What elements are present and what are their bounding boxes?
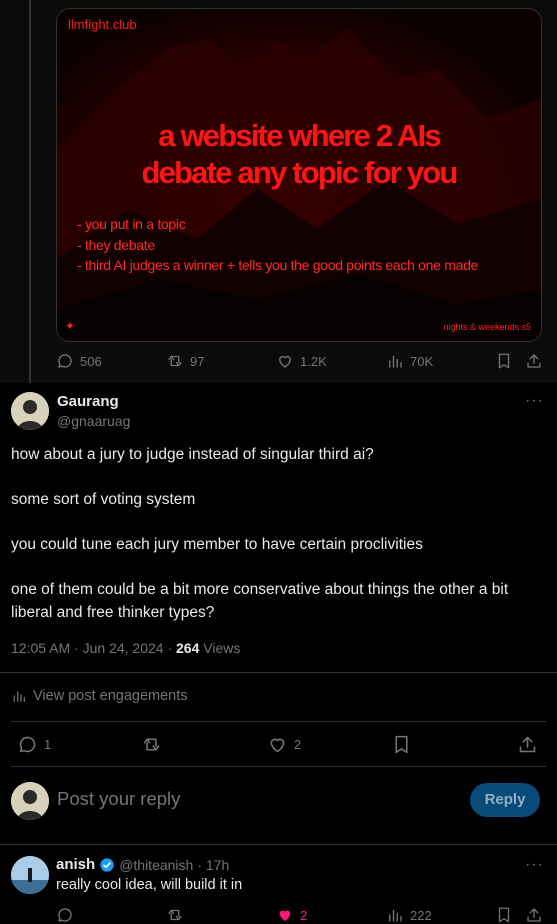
author-handle[interactable]: @gnaaruag [57, 413, 130, 429]
tweet-paragraph: some sort of voting system [11, 491, 196, 508]
author-name[interactable]: Gaurang [57, 393, 119, 410]
bullet-1: - you put in a topic [77, 216, 186, 232]
media-site-label: llmfight.club [68, 17, 137, 32]
repost-count: 97 [190, 353, 205, 369]
share-icon[interactable] [525, 906, 543, 924]
heart-filled-icon [279, 910, 291, 921]
media-image[interactable]: llmfight.club a website where 2 AIs deba… [56, 8, 542, 342]
media-footer: nights & weekends s5 [443, 322, 531, 332]
like-button[interactable]: 2 [267, 734, 301, 755]
repost-icon[interactable] [166, 906, 184, 924]
reply-icon[interactable] [56, 906, 74, 924]
views-number: 264 [176, 640, 200, 656]
tweet-paragraph: you could tune each jury member to have … [11, 536, 423, 553]
tweet-text: how about a jury to judge instead of sin… [11, 444, 546, 647]
analytics-icon [13, 691, 25, 702]
reply-header: anish @thiteanish · 17h [56, 856, 229, 873]
tweet-paragraph: one of them could be a bit more conserva… [11, 581, 509, 621]
media-logo-icon: ✦ [65, 319, 76, 333]
headline-line-1: a website where 2 AIs [158, 118, 441, 153]
views-icon [389, 909, 402, 922]
reply-author-handle[interactable]: @thiteanish [119, 857, 193, 873]
divider [11, 721, 546, 722]
more-options-icon[interactable]: ··· [525, 856, 544, 874]
media-headline: a website where 2 AIs debate any topic f… [57, 117, 541, 191]
reply-button[interactable]: 1 [17, 734, 51, 755]
reply-views-count: 222 [410, 907, 432, 923]
verified-badge-icon [100, 857, 114, 872]
media-bullets: - you put in a topic - they debate - thi… [77, 214, 517, 276]
avatar[interactable] [11, 392, 49, 430]
reply-avatar[interactable] [11, 856, 49, 894]
views-icon [389, 355, 402, 368]
reply-author-name[interactable]: anish [56, 856, 95, 873]
heart-icon [270, 738, 285, 753]
like-count-button[interactable]: 1.2K [276, 352, 327, 370]
like-count: 1.2K [300, 353, 327, 369]
avatar-image [11, 782, 49, 820]
reply-icon [58, 354, 72, 368]
reply-count-button[interactable]: 506 [56, 352, 102, 370]
divider [0, 672, 557, 673]
reply-like-button[interactable]: 2 [276, 906, 307, 924]
engagements-label: View post engagements [33, 688, 188, 704]
bookmark-icon[interactable] [495, 352, 513, 370]
views-count: 70K [410, 353, 434, 369]
bookmark-icon[interactable] [495, 906, 513, 924]
view-engagements-link[interactable]: View post engagements [11, 688, 188, 704]
avatar-image [11, 392, 49, 430]
headline-line-2: debate any topic for you [141, 155, 458, 190]
share-icon[interactable] [525, 352, 543, 370]
repost-icon[interactable] [141, 734, 162, 755]
repost-count-button[interactable]: 97 [166, 352, 204, 370]
reply-like-count: 2 [300, 907, 308, 923]
like-count: 2 [294, 737, 302, 752]
views-count-button[interactable]: 70K [386, 352, 433, 370]
reply-count: 1 [44, 737, 52, 752]
reply-icon [19, 736, 36, 753]
reply-input[interactable]: Post your reply [57, 788, 180, 810]
reply-submit-button[interactable]: Reply [470, 783, 540, 817]
bullet-2: - they debate [77, 236, 155, 253]
tweet-paragraph: how about a jury to judge instead of sin… [11, 446, 374, 463]
more-options-icon[interactable]: ··· [525, 392, 544, 410]
divider [11, 766, 546, 767]
avatar-image [11, 856, 49, 894]
divider [0, 844, 557, 845]
bullet-3: - third AI judges a winner + tells you t… [77, 257, 479, 273]
reply-text: really cool idea, will build it in [56, 877, 243, 893]
bookmark-icon[interactable] [391, 734, 412, 755]
compose-avatar [11, 782, 49, 820]
tweet-time[interactable]: 12:05 AM · Jun 24, 2024 · [11, 640, 176, 656]
thread-line [29, 0, 31, 383]
repost-icon [168, 355, 182, 367]
reply-views-button[interactable]: 222 [386, 906, 432, 924]
views-label: Views [199, 640, 241, 656]
share-icon[interactable] [517, 734, 538, 755]
reply-count: 506 [80, 353, 102, 369]
tweet-meta: 12:05 AM · Jun 24, 2024 · 264 Views [11, 640, 240, 656]
heart-icon [279, 355, 291, 368]
reply-time[interactable]: · 17h [197, 857, 229, 873]
